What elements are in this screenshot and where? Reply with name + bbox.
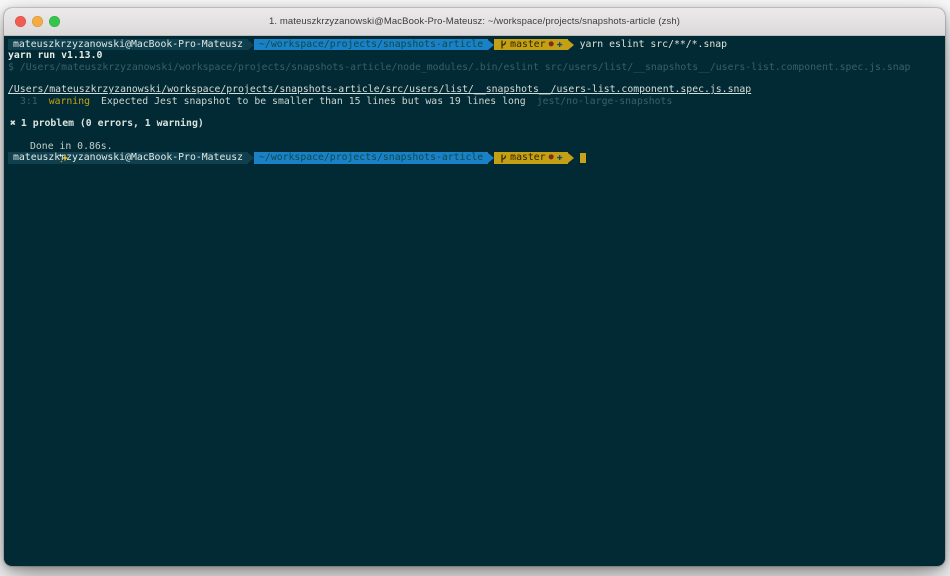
terminal-window: 1. mateuszkrzyzanowski@MacBook-Pro-Mateu… <box>4 8 945 566</box>
zoom-button[interactable] <box>49 16 60 27</box>
cwd-label: ~/workspace/projects/snapshots-article <box>259 152 484 164</box>
git-staged-icon: ✚ <box>556 39 563 50</box>
lint-warning-line: 3:1 warning Expected Jest snapshot to be… <box>8 96 941 107</box>
close-button[interactable] <box>15 16 26 27</box>
done-line: Done in 0.86s. <box>8 141 941 163</box>
git-unstaged-icon: ● <box>548 152 554 163</box>
warning-position: 3:1 <box>20 95 38 107</box>
prompt-git-segment: master ● ✚ <box>494 39 568 51</box>
prompt-line-1: mateuszkrzyzanowski@MacBook-Pro-Mateusz … <box>8 39 941 51</box>
minimize-button[interactable] <box>32 16 43 27</box>
git-branch-label: master <box>510 152 546 164</box>
cwd-label: ~/workspace/projects/snapshots-article <box>259 39 484 50</box>
lint-summary-text: 1 problem (0 errors, 1 warning) <box>20 118 204 130</box>
window-title: 1. mateuszkrzyzanowski@MacBook-Pro-Mateu… <box>269 16 680 27</box>
command-text: yarn eslint src/**/*.snap <box>579 39 728 50</box>
resolved-command-line: $ /Users/mateuszkrzyzanowski/workspace/p… <box>8 62 941 73</box>
error-x-icon: ✖ <box>10 118 16 130</box>
prompt-git-segment: master ● ✚ <box>494 152 568 164</box>
terminal-cursor[interactable] <box>579 153 586 164</box>
sparkles-icon <box>11 141 69 163</box>
prompt-cwd-segment: ~/workspace/projects/snapshots-article <box>254 39 489 51</box>
done-text: Done in 0.86s. <box>30 141 113 153</box>
yarn-run-version-text: yarn run v1.13.0 <box>8 50 103 62</box>
git-staged-icon: ✚ <box>556 152 563 164</box>
lint-file-path-line: /Users/mateuszkrzyzanowski/workspace/pro… <box>8 84 941 95</box>
git-branch-icon <box>501 154 507 163</box>
user-host-label: mateuszkrzyzanowski@MacBook-Pro-Mateusz <box>13 39 244 50</box>
git-unstaged-icon: ● <box>548 39 554 49</box>
window-titlebar[interactable]: 1. mateuszkrzyzanowski@MacBook-Pro-Mateu… <box>4 8 945 36</box>
warning-severity: warning <box>48 95 90 107</box>
lint-summary-line: ✖ 1 problem (0 errors, 1 warning) <box>8 118 941 129</box>
prompt-line-2: mateuszkrzyzanowski@MacBook-Pro-Mateusz … <box>8 152 941 164</box>
prompt-user-host-segment: mateuszkrzyzanowski@MacBook-Pro-Mateusz <box>8 39 249 51</box>
traffic-lights <box>15 8 60 35</box>
yarn-run-version-line: yarn run v1.13.0 <box>8 50 941 61</box>
page-background: { "window": { "title": "1. mateuszkrzyza… <box>0 0 950 576</box>
git-branch-label: master <box>510 39 546 50</box>
warning-message: Expected Jest snapshot to be smaller tha… <box>101 95 526 107</box>
prompt-cwd-segment: ~/workspace/projects/snapshots-article <box>254 152 489 164</box>
warning-rule: jest/no-large-snapshots <box>536 95 673 107</box>
powerline-separator-icon <box>567 153 574 164</box>
terminal-screen[interactable]: mateuszkrzyzanowski@MacBook-Pro-Mateusz … <box>4 36 945 565</box>
lint-file-path: /Users/mateuszkrzyzanowski/workspace/pro… <box>8 84 752 96</box>
git-branch-icon <box>501 40 507 49</box>
resolved-command-text: $ /Users/mateuszkrzyzanowski/workspace/p… <box>8 61 911 73</box>
